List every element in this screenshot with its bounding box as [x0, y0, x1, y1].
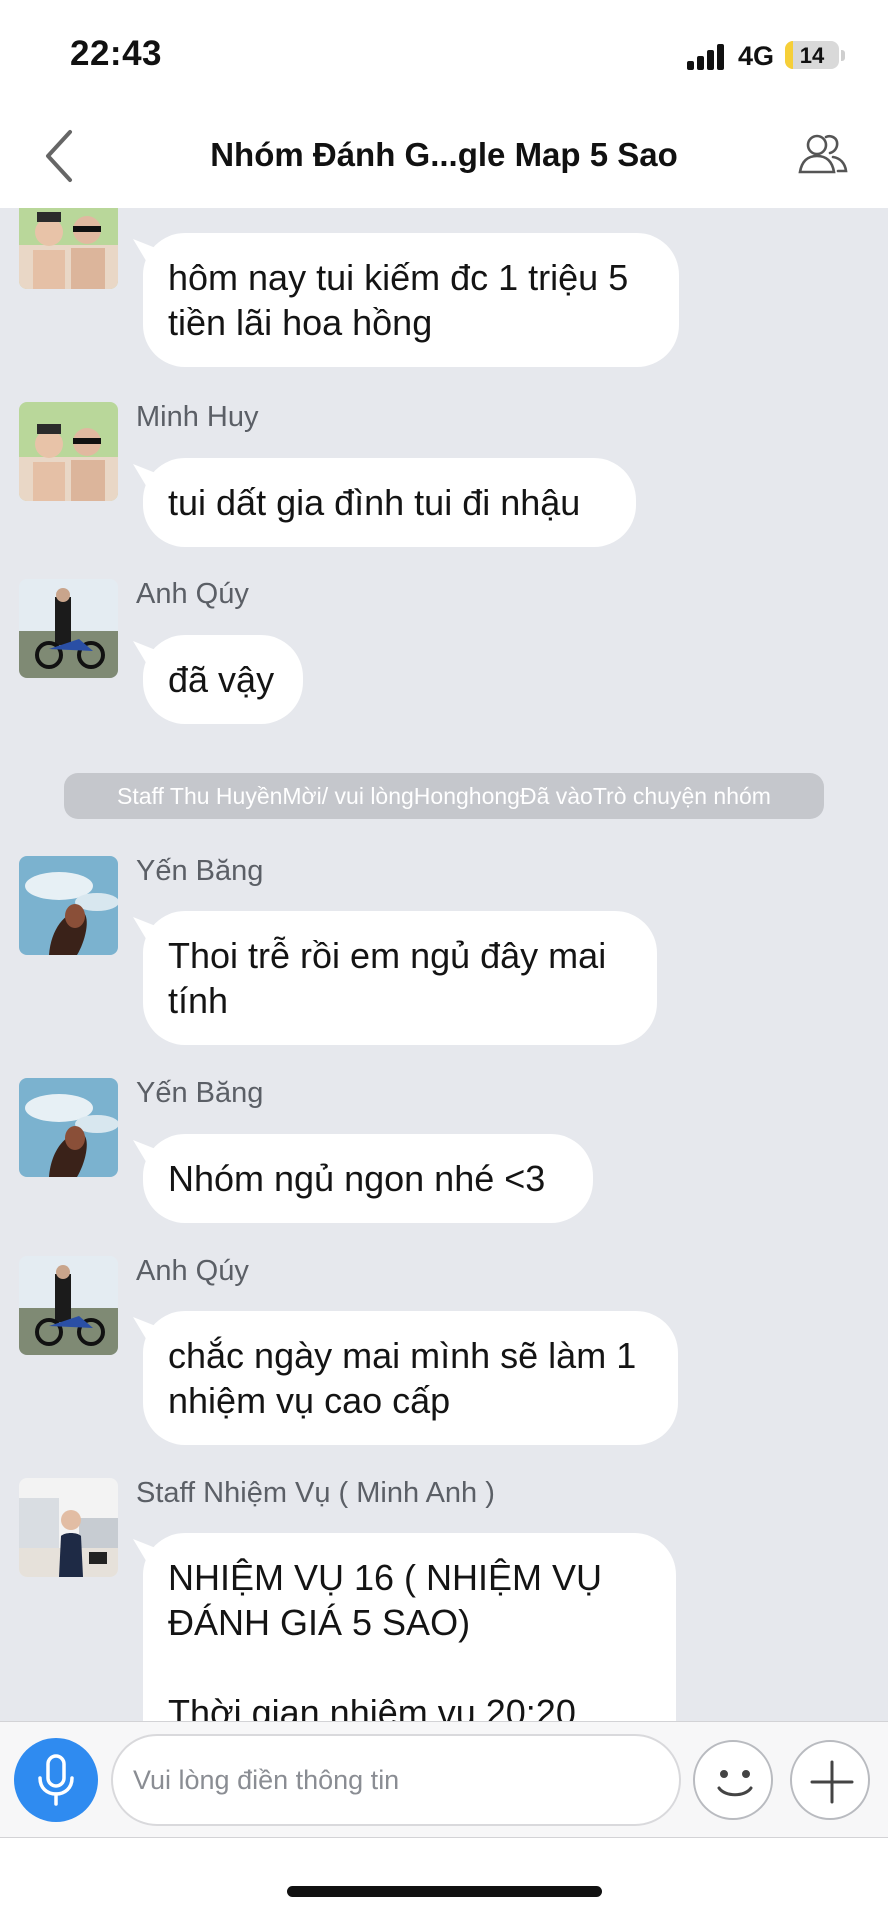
home-indicator[interactable]: [287, 1886, 602, 1897]
avatar[interactable]: [19, 1256, 118, 1355]
system-notice: Staff Thu HuyềnMời/ vui lòngHonghongĐã v…: [64, 773, 824, 819]
battery-level: 14: [799, 43, 825, 68]
sender-name: Minh Huy: [136, 401, 259, 433]
message-bubble[interactable]: Thoi trễ rồi em ngủ đây mai tính: [143, 911, 657, 1045]
avatar[interactable]: [19, 579, 118, 678]
avatar[interactable]: [19, 208, 118, 289]
chevron-left-icon[interactable]: [36, 128, 86, 184]
smiley-icon[interactable]: [693, 1740, 773, 1820]
message-input[interactable]: Vui lòng điền thông tin: [111, 1734, 681, 1826]
status-bar: 22:43 4G 14: [0, 0, 888, 100]
avatar[interactable]: [19, 1078, 118, 1177]
sender-name: Anh Qúy: [136, 1255, 249, 1287]
sender-name: Staff Nhiệm Vụ ( Minh Anh ): [136, 1477, 495, 1509]
signal-icon: [687, 44, 727, 70]
message-bubble[interactable]: Nhóm ngủ ngon nhé <3: [143, 1134, 593, 1223]
message-bubble[interactable]: đã vậy: [143, 635, 303, 724]
message-bubble[interactable]: hôm nay tui kiếm đc 1 triệu 5 tiền lãi h…: [143, 233, 679, 367]
sender-name: Anh Qúy: [136, 578, 249, 610]
battery-cap: [841, 50, 845, 61]
message-bubble[interactable]: chắc ngày mai mình sẽ làm 1 nhiệm vụ cao…: [143, 1311, 678, 1445]
plus-icon[interactable]: [790, 1740, 870, 1820]
microphone-icon[interactable]: [14, 1738, 98, 1822]
composer-bar: Vui lòng điền thông tin: [0, 1721, 888, 1838]
sender-name: Yến Băng: [136, 1077, 264, 1109]
network-type: 4G: [738, 41, 775, 71]
battery-icon: 14: [785, 41, 839, 69]
avatar[interactable]: [19, 856, 118, 955]
group-icon[interactable]: [795, 130, 851, 180]
message-bubble[interactable]: tui dất gia đình tui đi nhậu: [143, 458, 636, 547]
message-list[interactable]: hôm nay tui kiếm đc 1 triệu 5 tiền lãi h…: [0, 208, 888, 1721]
group-title: Nhóm Đánh G...gle Map 5 Sao: [210, 136, 678, 173]
sender-name: Yến Băng: [136, 855, 264, 887]
avatar[interactable]: [19, 402, 118, 501]
avatar[interactable]: [19, 1478, 118, 1577]
message-bubble[interactable]: NHIỆM VỤ 16 ( NHIỆM VỤ ĐÁNH GIÁ 5 SAO) T…: [143, 1533, 676, 1721]
status-time: 22:43: [70, 34, 163, 73]
chat-header: Nhóm Đánh G...gle Map 5 Sao: [0, 100, 888, 208]
